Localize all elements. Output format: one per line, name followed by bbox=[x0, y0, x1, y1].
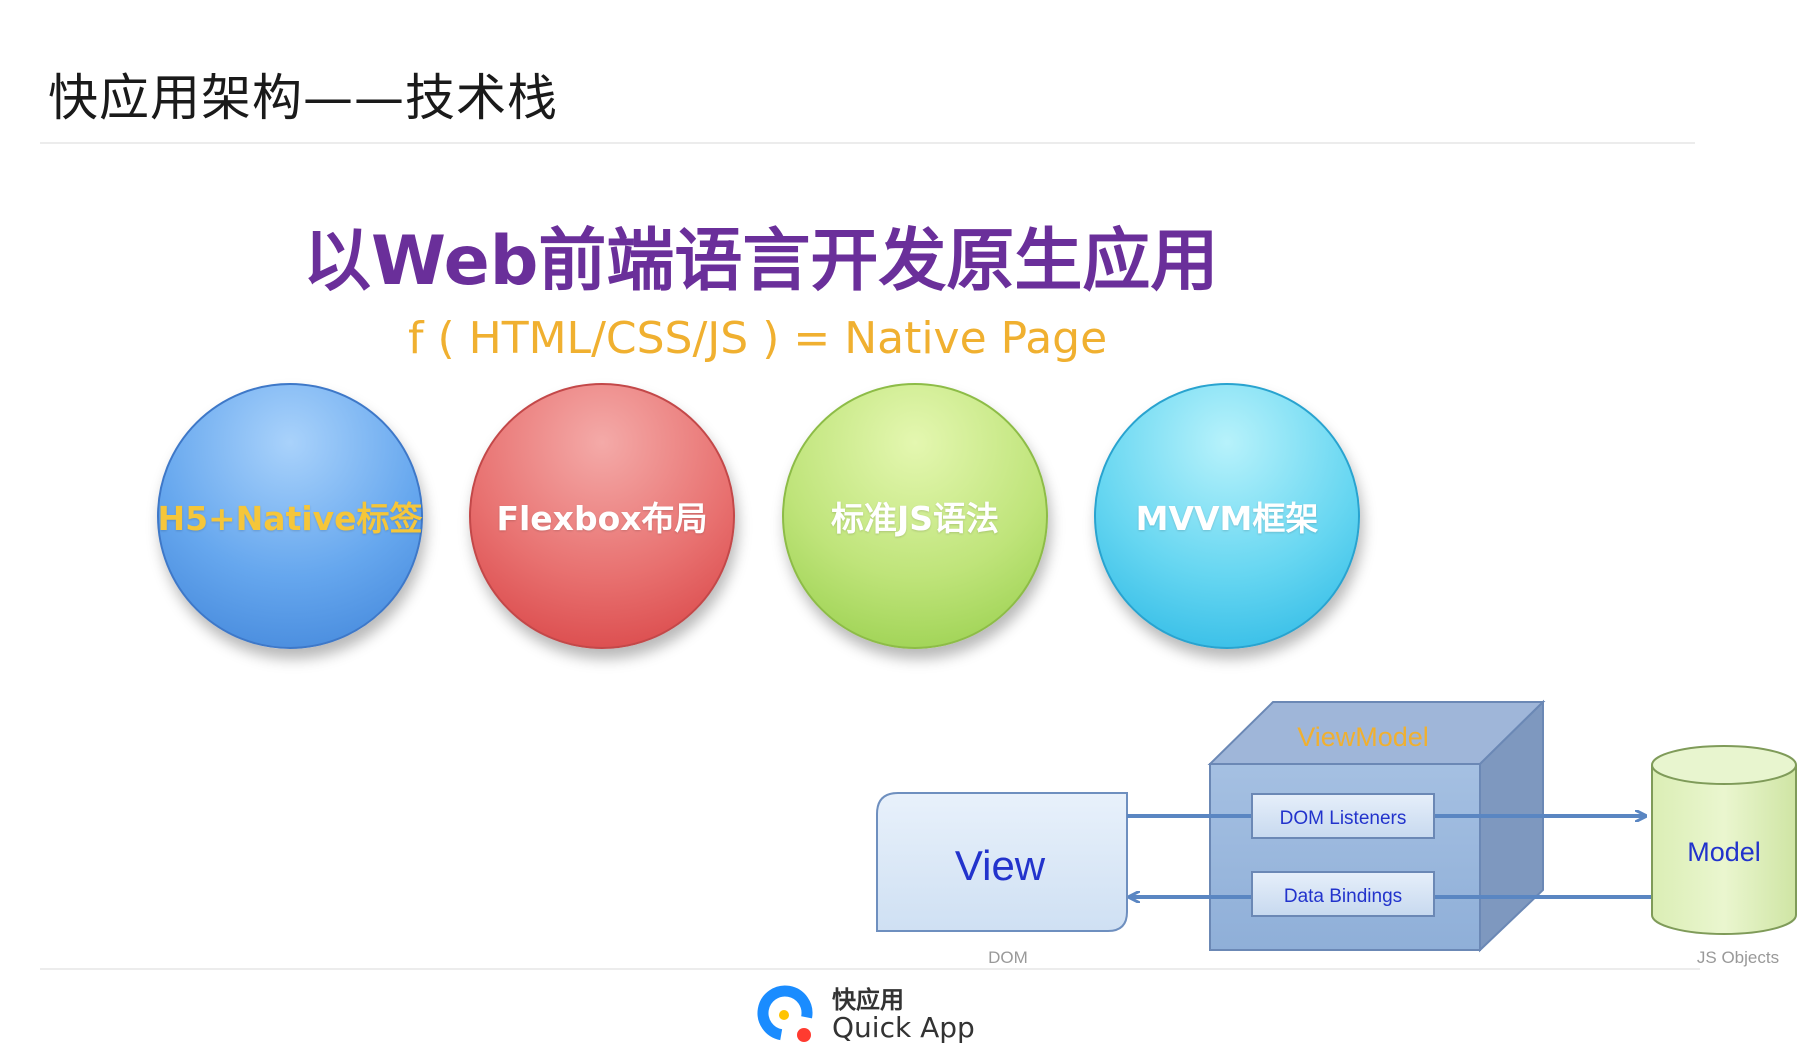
quick-app-logo-icon bbox=[757, 985, 813, 1042]
viewmodel-label: ViewModel bbox=[1297, 722, 1429, 752]
dom-caption: DOM bbox=[988, 948, 1028, 967]
mvvm-diagram: View ViewModel DOM Listeners Data Bindin… bbox=[876, 699, 1797, 967]
data-bindings-label: Data Bindings bbox=[1284, 886, 1402, 907]
model-cylinder-top bbox=[1651, 745, 1797, 785]
logo-text-en: Quick App bbox=[832, 1010, 975, 1044]
viewmodel-cube-front bbox=[1209, 763, 1481, 951]
js-objects-caption: JS Objects bbox=[1697, 948, 1779, 967]
view-label: View bbox=[955, 842, 1046, 889]
model-label: Model bbox=[1687, 837, 1761, 867]
footer-divider bbox=[40, 968, 1700, 970]
dom-listeners-label: DOM Listeners bbox=[1280, 808, 1407, 829]
quick-app-logo: 快应用 Quick App bbox=[754, 982, 975, 1048]
logo-text-cn: 快应用 bbox=[832, 985, 904, 1014]
